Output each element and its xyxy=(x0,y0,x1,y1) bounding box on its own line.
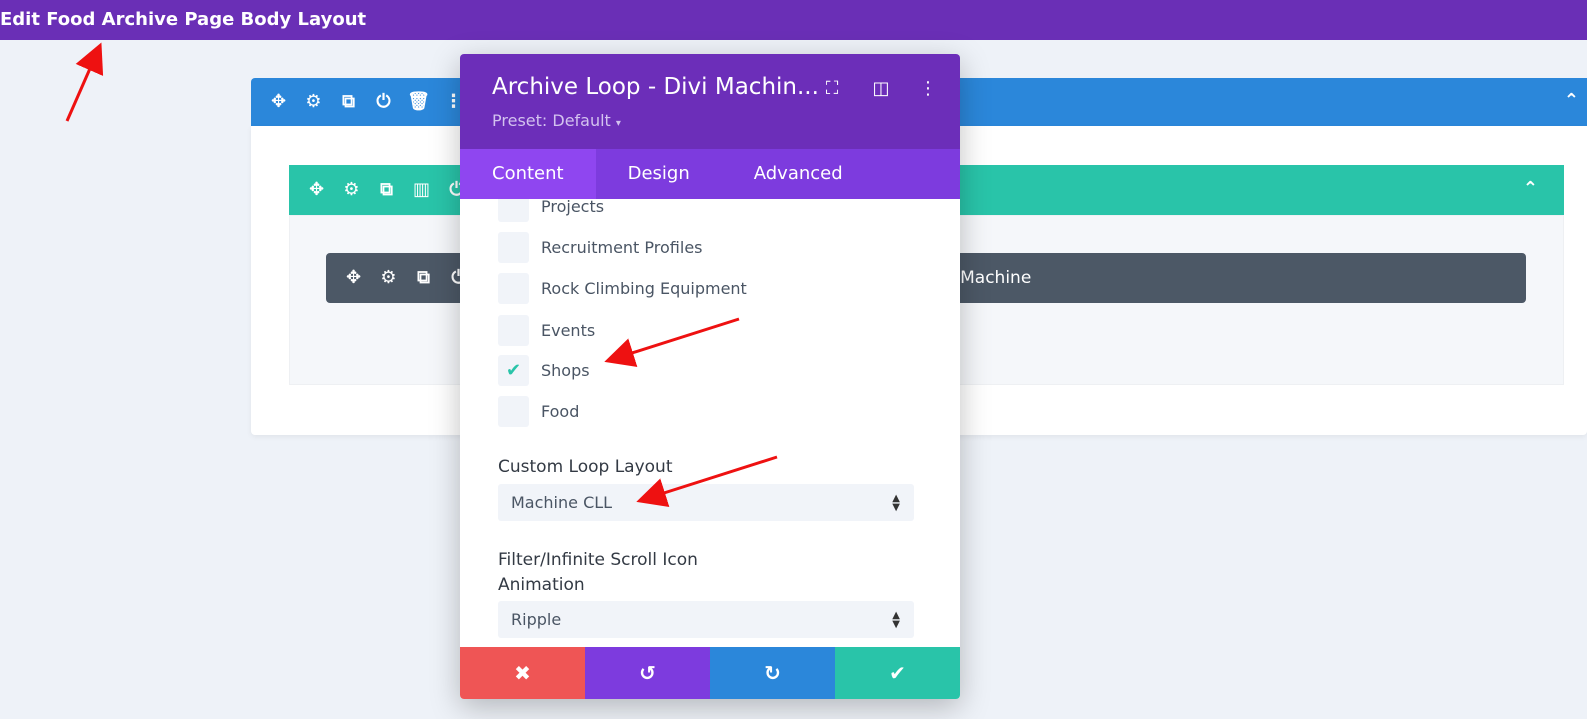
cancel-button[interactable]: ✖ xyxy=(460,647,585,699)
page-title: Edit Food Archive Page Body Layout xyxy=(0,9,367,30)
move-icon[interactable]: ✥ xyxy=(336,260,371,295)
duplicate-icon[interactable]: ⧉ xyxy=(331,84,366,119)
checkbox[interactable] xyxy=(498,199,529,222)
arrow-to-title xyxy=(65,42,104,122)
module-title: i Machine xyxy=(950,268,1032,288)
checkbox-item-events[interactable]: Events xyxy=(498,315,595,346)
save-to-library-icon[interactable]: ⏻ xyxy=(366,84,401,119)
top-bar: Edit Food Archive Page Body Layout xyxy=(0,0,1587,40)
gear-icon[interactable]: ⚙ xyxy=(371,260,406,295)
columns-icon[interactable]: ▥ xyxy=(404,172,439,207)
caret-down-icon: ▾ xyxy=(615,118,621,129)
tab-content[interactable]: Content xyxy=(460,149,596,199)
modal-footer: ✖ ↺ ↻ ✔ xyxy=(460,647,960,699)
collapse-chevron-icon[interactable]: ⌃ xyxy=(1523,178,1538,199)
checkbox[interactable] xyxy=(498,396,529,427)
split-view-icon[interactable]: ◫ xyxy=(869,78,893,99)
modal-title: Archive Loop - Divi Machin... xyxy=(492,74,819,100)
checkbox-item-food[interactable]: Food xyxy=(498,396,579,427)
modal-header: Archive Loop - Divi Machin... Preset: De… xyxy=(460,54,960,149)
tab-advanced[interactable]: Advanced xyxy=(722,149,875,199)
duplicate-icon[interactable]: ⧉ xyxy=(369,172,404,207)
checkbox[interactable] xyxy=(498,232,529,263)
fullscreen-icon[interactable]: ⛶ xyxy=(820,78,844,99)
checkbox-label: Recruitment Profiles xyxy=(541,238,703,257)
modal-content: Projects Recruitment Profiles Rock Climb… xyxy=(460,199,960,699)
undo-button[interactable]: ↺ xyxy=(585,647,710,699)
select-arrows-icon: ▲ ▼ xyxy=(892,492,900,513)
collapse-chevron-icon[interactable]: ⌃ xyxy=(1564,90,1579,111)
module-settings-modal: Archive Loop - Divi Machin... Preset: De… xyxy=(460,54,960,699)
move-icon[interactable]: ✥ xyxy=(299,172,334,207)
trash-icon[interactable]: 🗑 xyxy=(401,84,436,119)
custom-loop-layout-label: Custom Loop Layout xyxy=(498,457,673,477)
custom-loop-layout-select[interactable]: Machine CLL ▲ ▼ xyxy=(498,484,914,521)
checkbox-item-shops[interactable]: ✔ Shops xyxy=(498,355,590,386)
duplicate-icon[interactable]: ⧉ xyxy=(406,260,441,295)
redo-button[interactable]: ↻ xyxy=(710,647,835,699)
more-options-icon[interactable]: ⋮ xyxy=(916,78,940,99)
checkbox-label: Food xyxy=(541,402,580,421)
modal-tabs: Content Design Advanced xyxy=(460,149,960,199)
save-button[interactable]: ✔ xyxy=(835,647,960,699)
checkbox-item-rock-climbing-equipment[interactable]: Rock Climbing Equipment xyxy=(498,273,747,304)
gear-icon[interactable]: ⚙ xyxy=(334,172,369,207)
filter-animation-select[interactable]: Ripple ▲ ▼ xyxy=(498,601,914,638)
checkbox[interactable] xyxy=(498,273,529,304)
preset-selector[interactable]: Preset: Default ▾ xyxy=(492,111,621,130)
select-arrows-icon: ▲ ▼ xyxy=(892,609,900,630)
move-icon[interactable]: ✥ xyxy=(261,84,296,119)
checkmark-icon: ✔ xyxy=(889,661,906,685)
checkbox-label: Rock Climbing Equipment xyxy=(541,279,747,298)
checkbox-label: Projects xyxy=(541,199,605,216)
gear-icon[interactable]: ⚙ xyxy=(296,84,331,119)
close-icon: ✖ xyxy=(514,661,531,685)
filter-animation-label: Filter/Infinite Scroll Icon Animation xyxy=(498,550,698,595)
checkbox-item-recruitment-profiles[interactable]: Recruitment Profiles xyxy=(498,232,703,263)
checkbox[interactable] xyxy=(498,315,529,346)
checkbox-label: Shops xyxy=(541,361,590,380)
undo-icon: ↺ xyxy=(639,661,656,685)
checkbox-item-projects[interactable]: Projects xyxy=(498,199,604,222)
redo-icon: ↻ xyxy=(764,661,781,685)
checkbox-checked[interactable]: ✔ xyxy=(498,355,529,386)
checkbox-label: Events xyxy=(541,321,596,340)
tab-design[interactable]: Design xyxy=(596,149,722,199)
checkmark-icon: ✔ xyxy=(505,360,522,381)
